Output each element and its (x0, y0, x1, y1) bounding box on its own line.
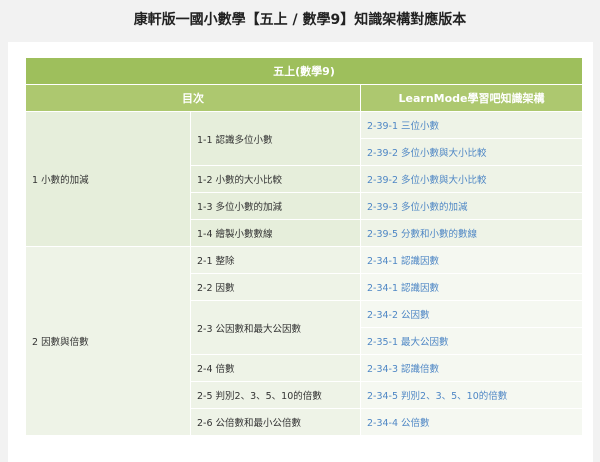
knowledge-link[interactable]: 2-34-2 公因數 (360, 300, 583, 328)
unit-cell: 1 小數的加減 (25, 111, 191, 247)
lesson-cell: 2-3 公因數和最大公因數 (190, 300, 361, 355)
table-row: 2 因數與倍數 2-1 整除 2-34-1 認識因數 (25, 246, 583, 436)
knowledge-map-table: 五上(數學9) 目次 LearnMode學習吧知識架構 1 小數的加減 1-1 認… (25, 57, 583, 436)
knowledge-link[interactable]: 2-34-1 認識因數 (360, 246, 583, 274)
knowledge-link[interactable]: 2-39-3 多位小數的加減 (360, 192, 583, 220)
lesson-cell: 1-1 認識多位小數 (190, 111, 361, 166)
knowledge-link[interactable]: 2-39-5 分數和小數的數線 (360, 219, 583, 247)
lesson-cell: 1-2 小數的大小比較 (190, 165, 361, 193)
table-title: 五上(數學9) (25, 57, 583, 85)
knowledge-link[interactable]: 2-39-2 多位小數與大小比較 (360, 138, 583, 166)
page-title: 康軒版一國小數學【五上 / 數學9】知識架構對應版本 (133, 12, 467, 28)
knowledge-link[interactable]: 2-39-1 三位小數 (360, 111, 583, 139)
table-body: 1 小數的加減 1-1 認識多位小數 2-39-1 三位小數 2-39-2 多位小數與… (25, 111, 583, 436)
lesson-cell: 2-4 倍數 (190, 354, 361, 382)
lesson-cell: 2-6 公倍數和最小公倍數 (190, 408, 361, 436)
knowledge-link[interactable]: 2-39-2 多位小數與大小比較 (360, 165, 583, 193)
knowledge-link[interactable]: 2-34-5 判別2、3、5、10的倍數 (360, 381, 583, 409)
column-header-learnmode: LearnMode學習吧知識架構 (360, 84, 583, 112)
column-header-toc: 目次 (25, 84, 361, 112)
lesson-cell: 2-1 整除 (190, 246, 361, 274)
knowledge-link[interactable]: 2-35-1 最大公因數 (360, 327, 583, 355)
unit-cell: 2 因數與倍數 (25, 246, 191, 436)
knowledge-link[interactable]: 2-34-3 認識倍數 (360, 354, 583, 382)
knowledge-link[interactable]: 2-34-4 公倍數 (360, 408, 583, 436)
table-row: 1 小數的加減 1-1 認識多位小數 2-39-1 三位小數 (25, 111, 583, 247)
lesson-cell: 2-2 因數 (190, 273, 361, 301)
lesson-cell: 2-5 判別2、3、5、10的倍數 (190, 381, 361, 409)
lesson-cell: 1-4 繪製小數數線 (190, 219, 361, 247)
lesson-cell: 1-3 多位小數的加減 (190, 192, 361, 220)
knowledge-link[interactable]: 2-34-1 認識因數 (360, 273, 583, 301)
